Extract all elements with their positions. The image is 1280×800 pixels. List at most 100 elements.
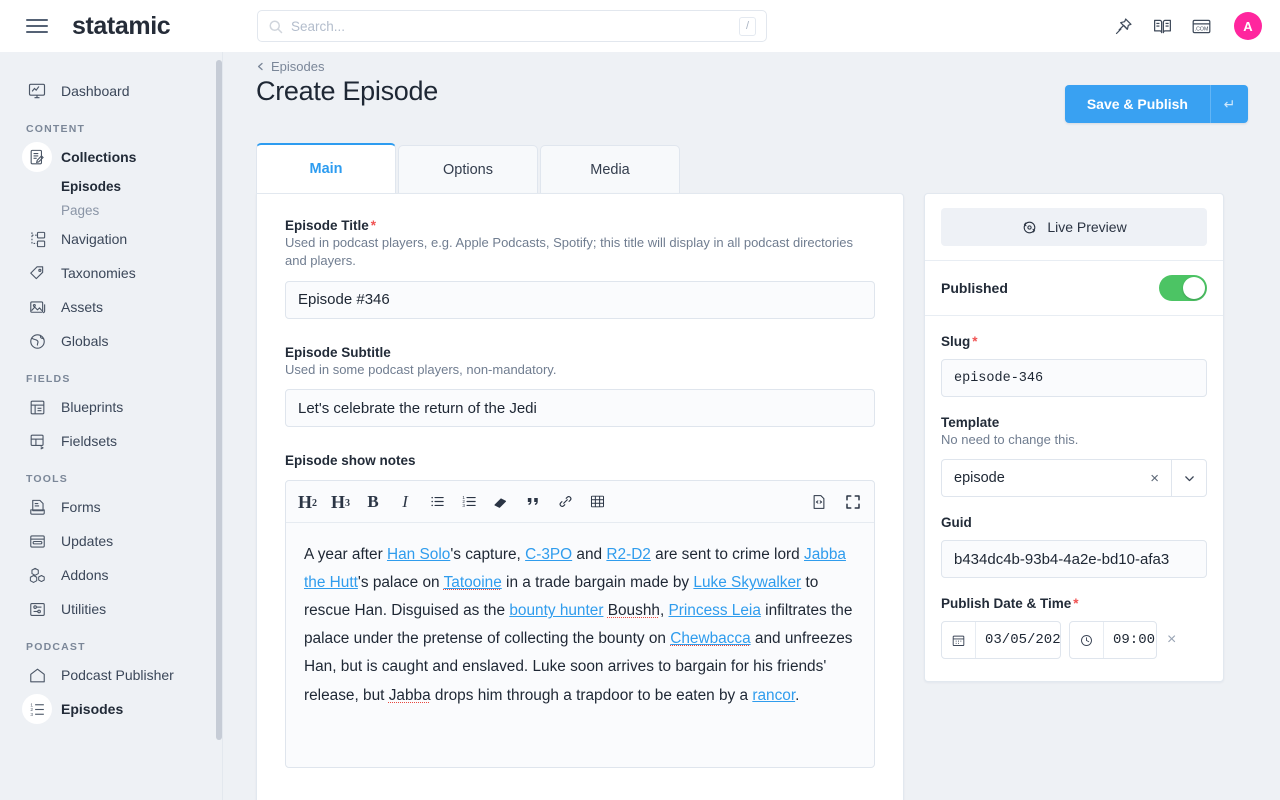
save-and-publish-button[interactable]: Save & Publish [1064,85,1210,123]
sidebar-item-podcast-publisher[interactable]: Podcast Publisher [0,658,222,692]
datetime-row: 03/05/202 09:00 × [941,621,1207,660]
rich-text-editor: H2 H3 B I 1 2 3 A year after Han Solo's … [285,480,875,769]
sidebar-item-label: Podcast Publisher [61,667,174,683]
editor-link[interactable]: Han Solo [387,546,450,563]
required-asterisk: * [370,218,377,233]
brand-logo[interactable]: statamic [72,12,171,41]
assets-image-icon [26,296,48,318]
save-enter-shortcut[interactable]: ↵ [1210,85,1248,123]
sidebar-item-label: Navigation [61,231,128,247]
clear-datetime-button[interactable]: × [1165,631,1178,649]
fullscreen-button[interactable] [844,490,862,514]
sidebar-item-updates[interactable]: Updates [0,524,222,558]
live-preview-button[interactable]: Live Preview [941,208,1207,246]
sidebar-item-label: Episodes [61,701,124,717]
global-search[interactable]: / [257,10,767,42]
editor-link[interactable]: rancor [752,687,795,704]
sidebar-item-dashboard[interactable]: Dashboard [0,74,222,108]
episode-subtitle-input[interactable] [285,389,875,428]
sidebar-item-label: Assets [61,299,104,315]
sidebar-item-collections[interactable]: Collections [0,140,222,174]
navigation-icon [26,228,48,250]
blockquote-button[interactable] [524,490,542,514]
tab-options[interactable]: Options [398,145,538,193]
page-header: Create Episode Save & Publish ↵ [224,74,1280,123]
sidebar-item-label: Forms [61,499,101,515]
breadcrumb[interactable]: Episodes [256,59,1280,74]
sidebar-item-taxonomies[interactable]: Taxonomies [0,256,222,290]
search-input[interactable] [291,18,739,34]
editor-link[interactable]: Tatooine [444,574,502,591]
sidebar-item-forms[interactable]: Forms [0,490,222,524]
clear-format-eraser-button[interactable] [492,490,510,514]
docs-book-icon[interactable] [1152,16,1173,37]
forms-icon [26,496,48,518]
sidebar-item-addons[interactable]: Addons [0,558,222,592]
field-label: Episode Title * [285,218,875,233]
ordered-list-button[interactable]: 1 2 3 [460,490,478,514]
sidebar-scrollbar[interactable] [216,60,222,740]
guid-input[interactable] [941,540,1207,579]
dotcom-card-icon[interactable]: .COM [1191,16,1212,37]
italic-button[interactable]: I [396,490,414,514]
sidebar-item-label: Updates [61,533,114,549]
heading-3-button[interactable]: H3 [331,490,350,514]
sidebar-subitem-episodes[interactable]: Episodes [0,174,222,198]
pin-icon[interactable] [1113,16,1134,37]
sidebar-item-label: Globals [61,333,109,349]
template-dropdown-toggle[interactable] [1171,459,1207,498]
divider [925,315,1223,316]
sidebar-item-assets[interactable]: Assets [0,290,222,324]
editor-link[interactable]: R2-D2 [606,546,650,563]
sidebar-item-blueprints[interactable]: Blueprints [0,390,222,424]
sidebar-item-fieldsets[interactable]: Fieldsets [0,424,222,458]
sidebar-item-globals[interactable]: Globals [0,324,222,358]
tab-media[interactable]: Media [540,145,680,193]
time-picker[interactable]: 09:00 [1069,621,1157,660]
template-select[interactable]: episode × [941,459,1207,498]
template-select-value-box[interactable]: episode × [941,459,1171,498]
source-code-button[interactable] [810,490,828,514]
template-clear-button[interactable]: × [1150,470,1159,487]
publish-date-value[interactable]: 03/05/202 [976,632,1060,648]
bullet-list-button[interactable] [428,490,446,514]
slug-input[interactable] [941,359,1207,397]
publish-time-value[interactable]: 09:00 [1104,632,1156,648]
main-content: Episodes Create Episode Save & Publish ↵… [224,52,1280,800]
sidebar-item-navigation[interactable]: Navigation [0,222,222,256]
field-guid: Guid [941,515,1207,579]
divider [925,260,1223,261]
clock-icon [1070,622,1104,659]
field-label-text: Episode Title [285,218,369,233]
field-help: Used in some podcast players, non-mandat… [285,361,557,377]
bold-button[interactable]: B [364,490,382,514]
tab-main[interactable]: Main [256,143,396,193]
sidebar-item-label: Dashboard [61,83,130,99]
editor-link[interactable]: Chewbacca [670,630,750,647]
published-toggle[interactable] [1159,275,1207,301]
heading-2-button[interactable]: H2 [298,490,317,514]
spellcheck-word: Jabba [388,686,431,704]
editor-link[interactable]: C-3PO [525,546,572,563]
sidebar-item-utilities[interactable]: Utilities [0,592,222,626]
editor-link[interactable]: Princess Leia [669,602,761,619]
user-avatar[interactable]: A [1234,12,1262,40]
episode-title-input[interactable] [285,280,875,319]
collections-icon [26,146,48,168]
content-columns: Episode Title * Used in podcast players, … [256,193,1280,800]
blueprints-icon [26,396,48,418]
table-button[interactable] [588,490,606,514]
sidebar-item-label: Taxonomies [61,265,136,281]
sidebar-subitem-pages[interactable]: Pages [0,198,222,222]
page-title: Create Episode [256,76,438,106]
link-button[interactable] [556,490,574,514]
editor-link[interactable]: Luke Skywalker [693,574,801,591]
menu-toggle-icon[interactable] [26,19,66,33]
sidebar-item-episodes[interactable]: 1 2 3 Episodes [0,692,222,726]
field-label: Slug * [941,334,1207,349]
main-form-panel: Episode Title * Used in podcast players, … [256,193,904,800]
sidebar-section-tools: TOOLS [26,473,68,485]
date-picker[interactable]: 03/05/202 [941,621,1061,660]
show-notes-body[interactable]: A year after Han Solo's capture, C-3PO a… [286,523,874,768]
editor-link[interactable]: bounty hunter [509,602,603,619]
